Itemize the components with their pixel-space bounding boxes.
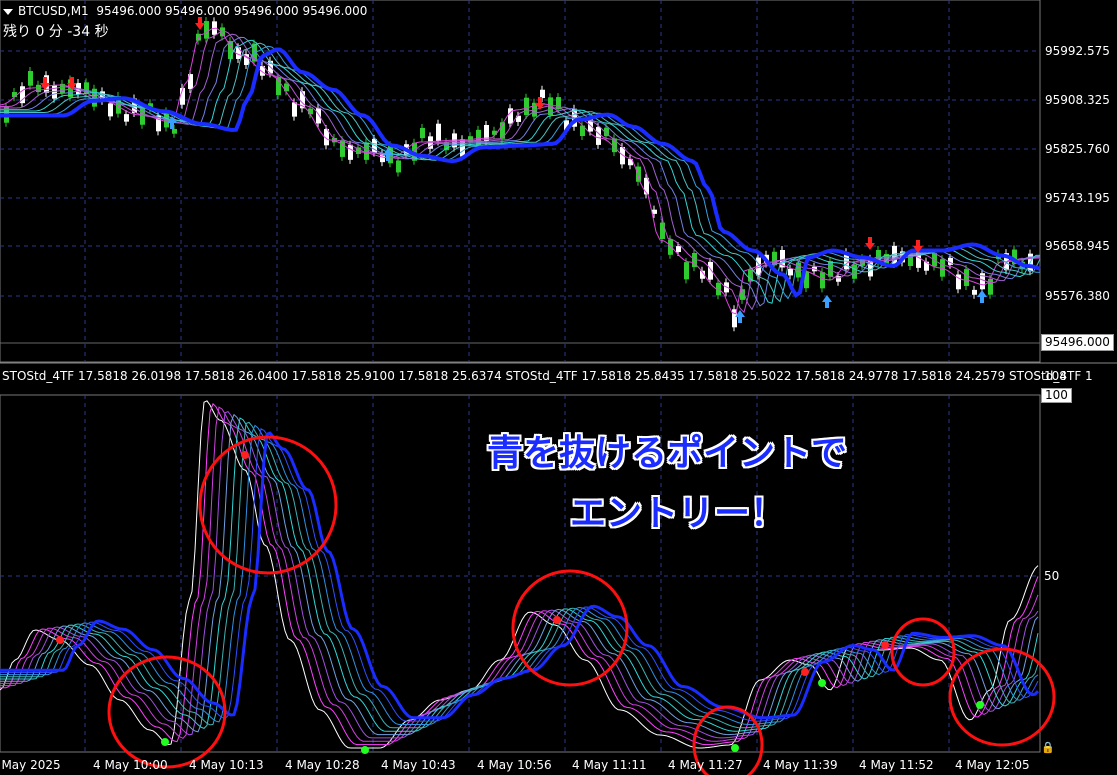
highlight-circle [107, 655, 227, 769]
time-label: 4 May 12:05 [955, 758, 1030, 772]
candle-body [28, 71, 33, 86]
time-label: 4 May 11:27 [668, 758, 743, 772]
candle-body [36, 84, 41, 93]
candle-body [540, 89, 545, 99]
buy-arrow-icon [822, 295, 832, 308]
symbol-label: BTCUSD,M1 [18, 4, 89, 18]
candle-body [348, 144, 353, 160]
lock-icon[interactable]: 🔒 [1041, 741, 1055, 754]
oversold-dot [161, 738, 169, 746]
candle-body [684, 262, 689, 280]
overbought-dot [241, 451, 249, 459]
time-label: 4 May 10:43 [381, 758, 456, 772]
candle-body [292, 102, 297, 117]
indicator-axis-50: 50 [1044, 569, 1060, 583]
ema-ribbon-line [0, 27, 1041, 315]
candle-body [396, 160, 401, 173]
oversold-dot [818, 679, 826, 687]
time-label: 4 May 10:28 [285, 758, 360, 772]
price-tick: 95992.575 [1045, 44, 1110, 58]
oversold-dot [731, 744, 739, 752]
price-tick: 95658.945 [1045, 239, 1110, 253]
time-label: 4 May 11:52 [859, 758, 934, 772]
candle-body [108, 103, 113, 117]
time-label: 4 May 11:11 [572, 758, 647, 772]
candle-body [836, 276, 841, 282]
overbought-dot [56, 636, 64, 644]
oversold-dot [976, 701, 984, 709]
countdown-label: 残り 0 分 -34 秒 [3, 24, 109, 40]
ohlc-values: 95496.000 95496.000 95496.000 95496.000 [96, 4, 368, 18]
sell-arrow-icon [865, 237, 875, 250]
annotation-line2: エントリー！ [570, 493, 787, 534]
oversold-dot [361, 746, 369, 754]
time-label: 4 May 11:39 [763, 758, 838, 772]
time-label: 4 May 2025 [0, 758, 61, 772]
triangle-down-icon[interactable] [3, 8, 13, 15]
highlight-circle [890, 617, 956, 687]
candle-body [652, 209, 657, 214]
current-price-box: 95496.000 [1041, 334, 1114, 351]
ema-ribbon-line [0, 30, 1041, 314]
indicator-axis-100: 100 [1041, 388, 1072, 403]
price-tick: 95825.760 [1045, 142, 1110, 156]
candle-body [340, 140, 345, 157]
candle-body [420, 127, 425, 139]
price-tick: 95743.195 [1045, 191, 1110, 205]
candle-body [660, 222, 665, 239]
candle-body [316, 107, 321, 124]
candle-body [124, 114, 129, 122]
indicator-header: STOStd_4TF 17.5818 26.0198 17.5818 26.04… [2, 369, 1093, 383]
time-label: 4 May 10:56 [477, 758, 552, 772]
overbought-dot [553, 616, 561, 624]
indicator-axis-max: 108 [1044, 369, 1067, 383]
candle-body [436, 123, 441, 142]
price-tick: 95908.325 [1045, 93, 1110, 107]
time-label: 4 May 10:13 [189, 758, 264, 772]
candle-body [172, 128, 177, 134]
candle-body [524, 97, 529, 116]
candle-body [676, 246, 681, 253]
price-tick: 95576.380 [1045, 289, 1110, 303]
highlight-circle [948, 647, 1056, 747]
candle-body [788, 268, 793, 276]
candle-body [972, 289, 977, 295]
overbought-dot [881, 641, 889, 649]
candle-body [820, 272, 825, 289]
annotation-line1: 青を抜けるポイントで [487, 433, 848, 474]
buy-arrow-icon [977, 290, 987, 303]
overbought-dot [801, 668, 809, 676]
time-label: 4 May 10:00 [93, 758, 168, 772]
candle-body [596, 127, 601, 145]
candle-body [668, 239, 673, 255]
candle-body [964, 269, 969, 286]
symbol-header: BTCUSD,M1 95496.000 95496.000 95496.000 … [3, 4, 367, 18]
candle-body [204, 21, 209, 39]
main-pane-frame [0, 0, 1041, 363]
sell-arrow-icon [195, 17, 205, 30]
candle-body [636, 166, 641, 182]
chart-canvas[interactable] [0, 0, 1117, 775]
